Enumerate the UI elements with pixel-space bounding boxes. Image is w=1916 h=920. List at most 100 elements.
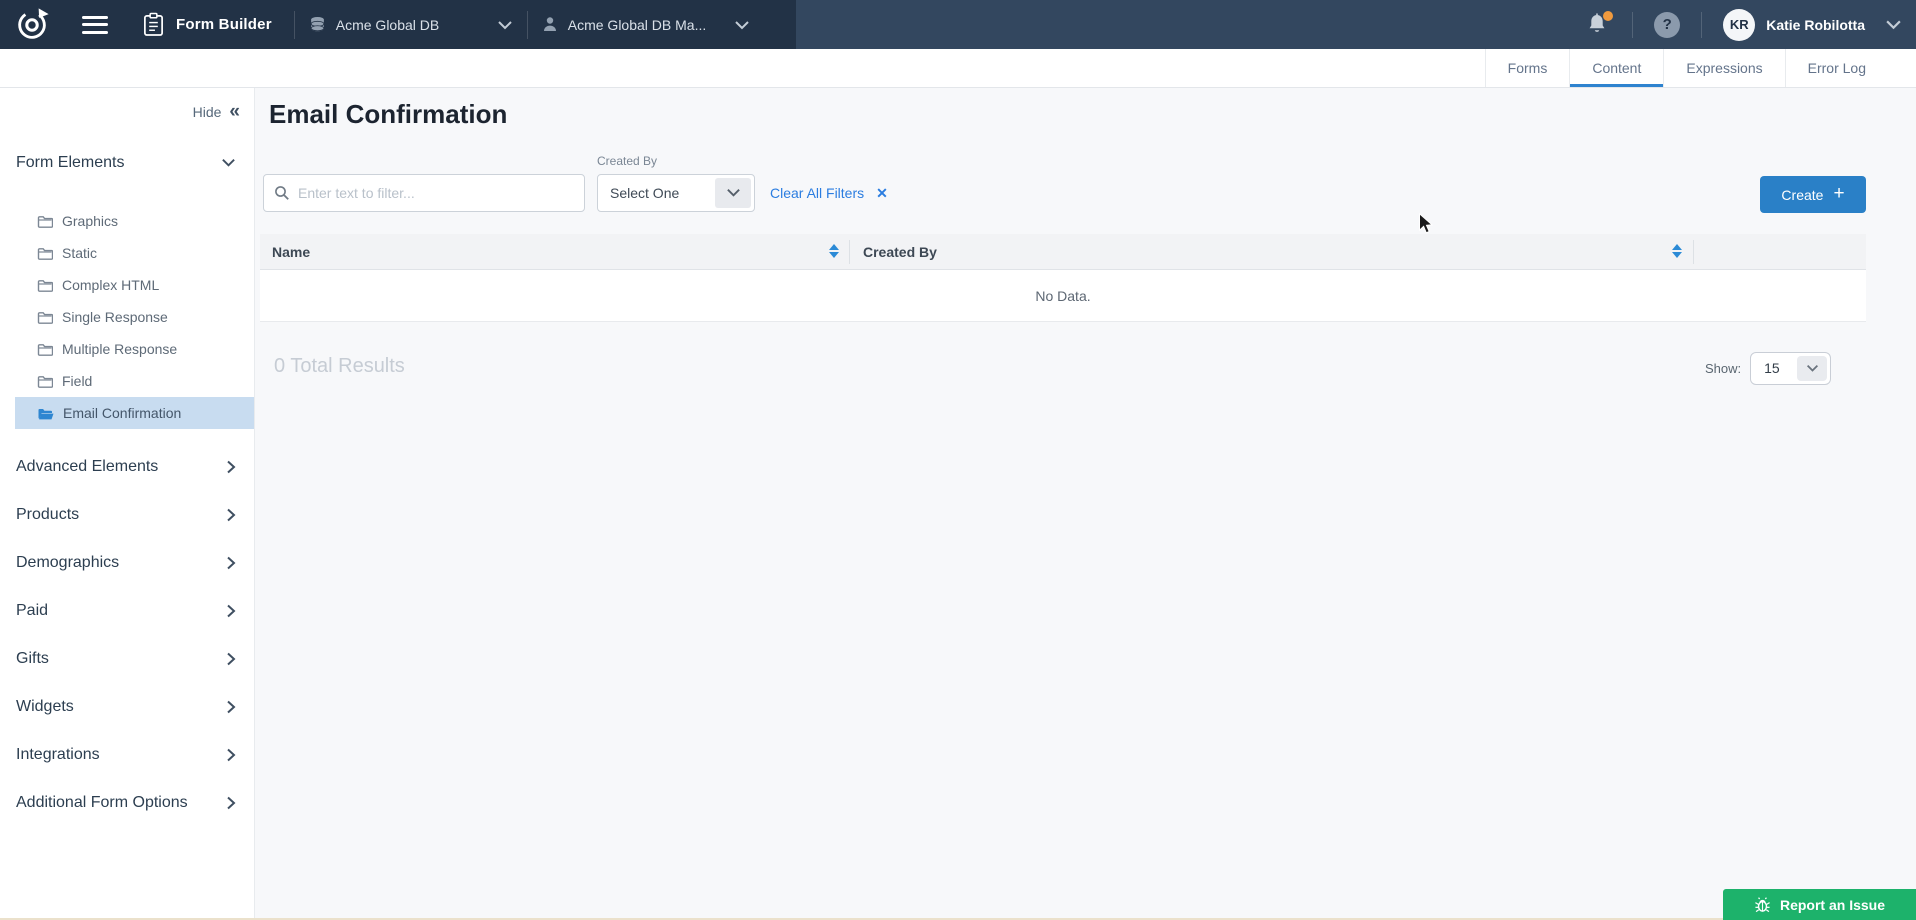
page-size-control: Show: 15 bbox=[1705, 351, 1831, 385]
tab-expressions[interactable]: Expressions bbox=[1663, 49, 1784, 87]
sidebar-section-integrations[interactable]: Integrations bbox=[16, 740, 236, 770]
tab-error-log[interactable]: Error Log bbox=[1785, 49, 1888, 87]
topbar-right-segment: KR Katie Robilotta bbox=[1585, 0, 1916, 49]
no-data-text: No Data. bbox=[1035, 288, 1090, 304]
section-label: Paid bbox=[16, 602, 48, 620]
folder-icon bbox=[37, 374, 53, 389]
page-size-select[interactable]: 15 bbox=[1750, 352, 1831, 385]
table-empty-row: No Data. bbox=[260, 270, 1866, 322]
open-folder-icon bbox=[37, 406, 54, 421]
search-icon bbox=[274, 185, 290, 201]
sidebar-section-advanced-elements[interactable]: Advanced Elements bbox=[16, 452, 236, 482]
sidebar-item-complex-html[interactable]: Complex HTML bbox=[15, 269, 254, 301]
app-title-group[interactable]: Form Builder bbox=[142, 12, 272, 37]
sidebar-item-single-response[interactable]: Single Response bbox=[15, 301, 254, 333]
sidebar-section-form-elements[interactable]: Form Elements bbox=[16, 150, 236, 176]
clear-x-icon bbox=[876, 185, 888, 202]
sidebar-collapse-button[interactable]: Hide « bbox=[193, 102, 240, 121]
report-an-issue-button[interactable]: Report an Issue bbox=[1723, 889, 1916, 920]
sidebar-section-demographics[interactable]: Demographics bbox=[16, 548, 236, 578]
created-by-select-value: Select One bbox=[610, 185, 679, 201]
column-separator bbox=[849, 240, 850, 264]
page-title: Email Confirmation bbox=[269, 99, 507, 130]
hide-label: Hide bbox=[193, 104, 222, 120]
hamburger-menu-icon[interactable] bbox=[82, 16, 108, 34]
results-table: Name Created By No Data. bbox=[260, 234, 1866, 322]
sidebar-section-products[interactable]: Products bbox=[16, 500, 236, 530]
sidebar-section-widgets[interactable]: Widgets bbox=[16, 692, 236, 722]
chevron-right-icon bbox=[226, 795, 236, 811]
column-header-name: Name bbox=[272, 234, 310, 270]
sidebar-item-label: Single Response bbox=[62, 309, 168, 325]
sidebar-item-label: Graphics bbox=[62, 213, 118, 229]
table-header-row: Name Created By bbox=[260, 234, 1866, 270]
sidebar-item-label: Static bbox=[62, 245, 97, 261]
page-size-value: 15 bbox=[1764, 360, 1780, 376]
sort-icon-created-by[interactable] bbox=[1672, 244, 1682, 260]
chevron-right-icon bbox=[226, 507, 236, 523]
sort-icon-name[interactable] bbox=[829, 244, 839, 260]
main-content: Email Confirmation Created By Select One… bbox=[256, 88, 1916, 920]
sidebar: Hide « Form Elements Graphics Static Com… bbox=[0, 88, 255, 920]
report-an-issue-label: Report an Issue bbox=[1780, 897, 1885, 913]
created-by-filter-label: Created By bbox=[597, 154, 657, 168]
tab-forms[interactable]: Forms bbox=[1485, 49, 1570, 87]
help-icon[interactable] bbox=[1654, 12, 1680, 38]
section-label: Demographics bbox=[16, 554, 119, 572]
sidebar-section-additional-form-options[interactable]: Additional Form Options bbox=[16, 788, 236, 818]
notifications-bell-icon[interactable] bbox=[1585, 12, 1611, 38]
section-label: Integrations bbox=[16, 746, 100, 764]
filter-search-box bbox=[263, 174, 585, 212]
app-logo-icon[interactable] bbox=[12, 5, 52, 45]
account-selector-dropdown[interactable]: Acme Global DB Ma... bbox=[528, 0, 764, 49]
folder-icon bbox=[37, 278, 53, 293]
top-navigation-bar: Form Builder Acme Global DB Acme Global … bbox=[0, 0, 1916, 49]
user-name: Katie Robilotta bbox=[1766, 17, 1865, 33]
folder-icon bbox=[37, 214, 53, 229]
logo-circular-arrow bbox=[13, 6, 51, 44]
sidebar-item-multiple-response[interactable]: Multiple Response bbox=[15, 333, 254, 365]
folder-icon bbox=[37, 310, 53, 325]
sidebar-item-graphics[interactable]: Graphics bbox=[15, 205, 254, 237]
tab-content[interactable]: Content bbox=[1569, 49, 1663, 87]
created-by-select[interactable]: Select One bbox=[597, 174, 755, 212]
chevron-right-icon bbox=[226, 603, 236, 619]
clear-all-filters-button[interactable]: Clear All Filters bbox=[770, 174, 888, 212]
section-label: Gifts bbox=[16, 650, 49, 668]
chevron-down-icon bbox=[221, 158, 236, 168]
topbar-left-segment: Form Builder Acme Global DB Acme Global … bbox=[0, 0, 796, 49]
create-button[interactable]: Create + bbox=[1760, 176, 1866, 213]
chevron-right-icon bbox=[226, 747, 236, 763]
secondary-nav-tabs: Forms Content Expressions Error Log bbox=[0, 49, 1916, 88]
create-button-label: Create bbox=[1781, 187, 1823, 203]
account-selector-value: Acme Global DB Ma... bbox=[568, 17, 707, 33]
chevron-down-icon bbox=[734, 20, 750, 30]
chevron-right-icon bbox=[226, 459, 236, 475]
database-selector-dropdown[interactable]: Acme Global DB bbox=[295, 0, 527, 49]
chevron-right-icon bbox=[226, 699, 236, 715]
show-label: Show: bbox=[1705, 361, 1741, 376]
sidebar-item-field[interactable]: Field bbox=[15, 365, 254, 397]
folder-icon bbox=[37, 246, 53, 261]
sidebar-section-paid[interactable]: Paid bbox=[16, 596, 236, 626]
folder-icon bbox=[37, 342, 53, 357]
database-selector-value: Acme Global DB bbox=[336, 17, 439, 33]
clear-all-filters-label: Clear All Filters bbox=[770, 185, 864, 201]
sidebar-section-gifts[interactable]: Gifts bbox=[16, 644, 236, 674]
notification-badge bbox=[1603, 11, 1613, 21]
filter-text-input[interactable] bbox=[298, 185, 574, 201]
sidebar-item-email-confirmation[interactable]: Email Confirmation bbox=[15, 397, 254, 429]
sidebar-item-label: Complex HTML bbox=[62, 277, 159, 293]
sidebar-item-static[interactable]: Static bbox=[15, 237, 254, 269]
chevron-right-icon bbox=[226, 651, 236, 667]
section-label: Products bbox=[16, 506, 79, 524]
user-avatar[interactable]: KR bbox=[1723, 9, 1755, 41]
collapse-double-chevron-icon: « bbox=[229, 102, 240, 121]
topbar-separator bbox=[1701, 12, 1702, 38]
section-label: Advanced Elements bbox=[16, 458, 158, 476]
chevron-down-icon bbox=[1806, 364, 1819, 373]
section-label: Additional Form Options bbox=[16, 794, 188, 812]
chevron-right-icon bbox=[226, 555, 236, 571]
app-title: Form Builder bbox=[176, 16, 272, 33]
user-menu-chevron-icon[interactable] bbox=[1885, 19, 1902, 30]
